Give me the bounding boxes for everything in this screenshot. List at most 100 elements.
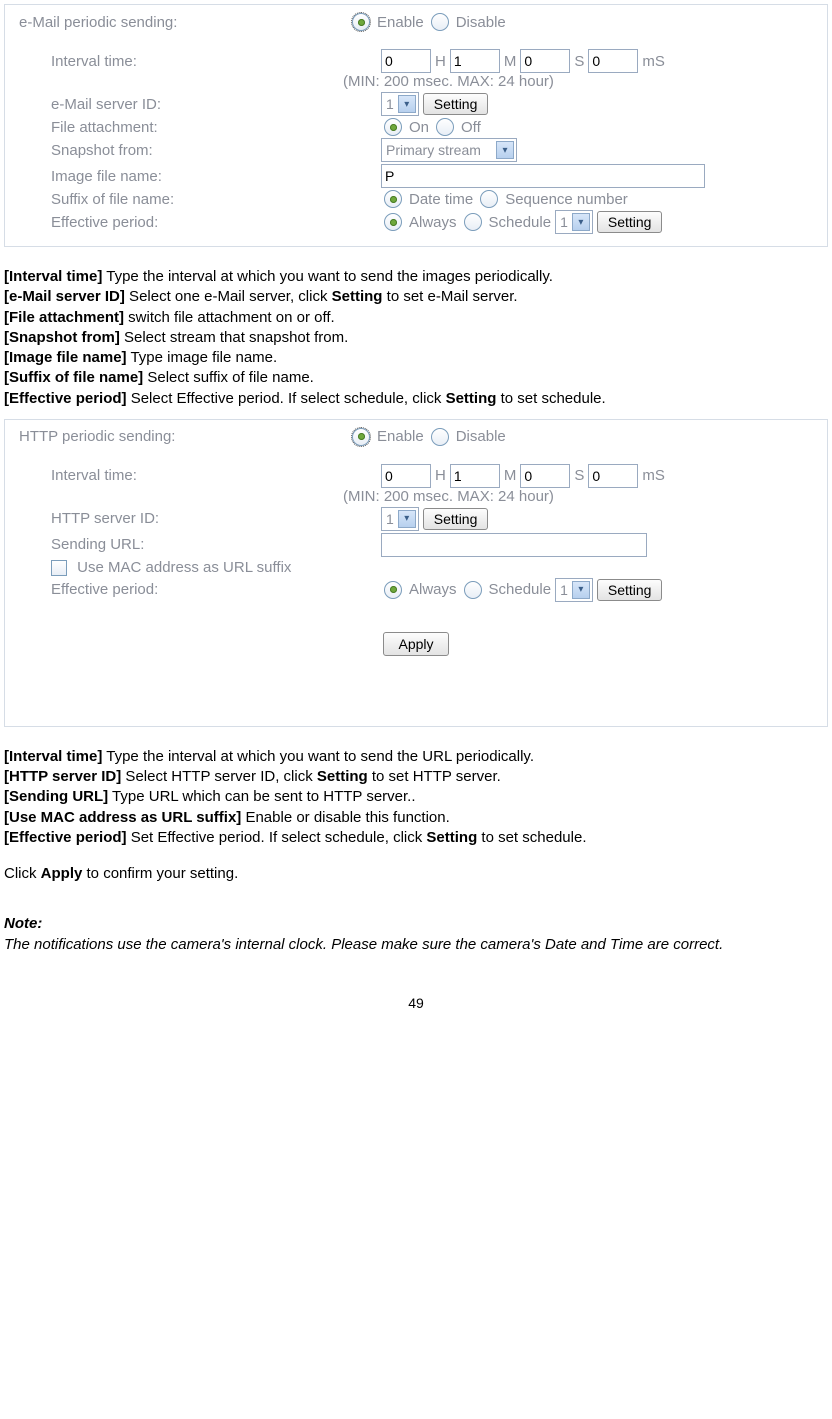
email-ms-input[interactable] bbox=[588, 49, 638, 73]
email-m-input[interactable] bbox=[450, 49, 500, 73]
snapshot-val: Primary stream bbox=[386, 142, 481, 158]
d1-2d: to set e-Mail server. bbox=[382, 288, 517, 305]
attach-on-radio[interactable] bbox=[384, 118, 402, 136]
http-effective-label: Effective period: bbox=[13, 581, 381, 598]
d1-1: Type the interval at which you want to s… bbox=[102, 268, 553, 285]
d1-1b: [Interval time] bbox=[4, 268, 102, 285]
suffix-seq-radio[interactable] bbox=[480, 190, 498, 208]
http-schedule-select[interactable]: 1 ▾ bbox=[555, 578, 593, 602]
http-s-input[interactable] bbox=[520, 464, 570, 488]
m-unit: M bbox=[504, 53, 517, 70]
s-unit: S bbox=[574, 53, 584, 70]
d1-5b: [Image file name] bbox=[4, 349, 127, 366]
d2-2a: Select HTTP server ID, click bbox=[121, 768, 317, 785]
on-label: On bbox=[409, 119, 429, 136]
d2-3: Type URL which can be sent to HTTP serve… bbox=[108, 788, 415, 805]
email-enable-radio[interactable] bbox=[352, 13, 370, 31]
ms-unit2: mS bbox=[642, 467, 665, 484]
d1-4: Select stream that snapshot from. bbox=[120, 329, 348, 346]
d1-5: Type image file name. bbox=[127, 349, 278, 366]
email-schedule-setting-button[interactable]: Setting bbox=[597, 211, 663, 233]
interval-label: Interval time: bbox=[13, 53, 381, 70]
enable-label: Enable bbox=[377, 14, 424, 31]
snapshot-select[interactable]: Primary stream ▾ bbox=[381, 138, 517, 162]
http-always-radio[interactable] bbox=[384, 581, 402, 599]
http-schedule-label: Schedule bbox=[489, 581, 552, 598]
d2-5d: to set schedule. bbox=[477, 829, 586, 846]
mac-checkbox[interactable] bbox=[51, 560, 67, 576]
d1-2b: [e-Mail server ID] bbox=[4, 288, 125, 305]
email-server-label: e-Mail server ID: bbox=[13, 96, 381, 113]
d1-7b: [Effective period] bbox=[4, 390, 127, 407]
h-unit2: H bbox=[435, 467, 446, 484]
email-server-setting-button[interactable]: Setting bbox=[423, 93, 489, 115]
http-ms-input[interactable] bbox=[588, 464, 638, 488]
d2-4: Enable or disable this function. bbox=[241, 809, 449, 826]
email-s-input[interactable] bbox=[520, 49, 570, 73]
email-title: e-Mail periodic sending: bbox=[13, 14, 349, 31]
mac-row: Use MAC address as URL suffix bbox=[13, 559, 291, 576]
note-title: Note: bbox=[4, 915, 42, 932]
imgname-input[interactable] bbox=[381, 164, 705, 188]
effective-schedule-radio[interactable] bbox=[464, 213, 482, 231]
chevron-down-icon: ▾ bbox=[572, 581, 590, 599]
url-input[interactable] bbox=[381, 533, 647, 557]
chevron-down-icon: ▾ bbox=[572, 213, 590, 231]
always-label: Always bbox=[409, 214, 457, 231]
chevron-down-icon: ▾ bbox=[398, 510, 416, 528]
http-server-setting-button[interactable]: Setting bbox=[423, 508, 489, 530]
schedule-label: Schedule bbox=[489, 214, 552, 231]
d1-7d: to set schedule. bbox=[496, 390, 605, 407]
imgname-label: Image file name: bbox=[13, 168, 381, 185]
email-server-select[interactable]: 1 ▾ bbox=[381, 92, 419, 116]
sched-val: 1 bbox=[560, 214, 568, 230]
d2-4b: [Use MAC address as URL suffix] bbox=[4, 809, 241, 826]
email-minmax: (MIN: 200 msec. MAX: 24 hour) bbox=[13, 73, 819, 90]
chevron-down-icon: ▾ bbox=[398, 95, 416, 113]
http-schedule-radio[interactable] bbox=[464, 581, 482, 599]
suffix-label: Suffix of file name: bbox=[13, 191, 381, 208]
disable-label: Disable bbox=[456, 14, 506, 31]
page-number: 49 bbox=[4, 995, 828, 1011]
apply-button[interactable]: Apply bbox=[383, 632, 448, 656]
email-disable-radio[interactable] bbox=[431, 13, 449, 31]
http-schedule-setting-button[interactable]: Setting bbox=[597, 579, 663, 601]
http-server-label: HTTP server ID: bbox=[13, 510, 381, 527]
email-schedule-select[interactable]: 1 ▾ bbox=[555, 210, 593, 234]
d2-1: Type the interval at which you want to s… bbox=[102, 748, 534, 765]
ms-unit: mS bbox=[642, 53, 665, 70]
email-panel: e-Mail periodic sending: Enable Disable … bbox=[4, 4, 828, 247]
m-unit2: M bbox=[504, 467, 517, 484]
attach-label: File attachment: bbox=[13, 119, 381, 136]
http-enable-radio[interactable] bbox=[352, 428, 370, 446]
datetime-label: Date time bbox=[409, 191, 473, 208]
http-enable-label: Enable bbox=[377, 428, 424, 445]
http-disable-radio[interactable] bbox=[431, 428, 449, 446]
d2-3b: [Sending URL] bbox=[4, 788, 108, 805]
chevron-down-icon: ▾ bbox=[496, 141, 514, 159]
effective-label: Effective period: bbox=[13, 214, 381, 231]
h-unit: H bbox=[435, 53, 446, 70]
http-always-label: Always bbox=[409, 581, 457, 598]
http-desc: [Interval time] Type the interval at whi… bbox=[4, 747, 828, 885]
http-sched-val: 1 bbox=[560, 582, 568, 598]
d1-6: Select suffix of file name. bbox=[143, 369, 314, 386]
off-label: Off bbox=[461, 119, 481, 136]
d1-2c: Setting bbox=[332, 288, 383, 305]
attach-off-radio[interactable] bbox=[436, 118, 454, 136]
email-desc: [Interval time] Type the interval at whi… bbox=[4, 267, 828, 409]
http-disable-label: Disable bbox=[456, 428, 506, 445]
email-h-input[interactable] bbox=[381, 49, 431, 73]
url-label: Sending URL: bbox=[13, 536, 381, 553]
http-m-input[interactable] bbox=[450, 464, 500, 488]
http-server-select[interactable]: 1 ▾ bbox=[381, 507, 419, 531]
d1-7a: Select Effective period. If select sched… bbox=[127, 390, 446, 407]
http-title: HTTP periodic sending: bbox=[13, 428, 349, 445]
d2-5c: Setting bbox=[426, 829, 477, 846]
d1-3b: [File attachment] bbox=[4, 309, 124, 326]
note-block: Note: The notifications use the camera's… bbox=[4, 914, 828, 955]
effective-always-radio[interactable] bbox=[384, 213, 402, 231]
http-h-input[interactable] bbox=[381, 464, 431, 488]
suffix-datetime-radio[interactable] bbox=[384, 190, 402, 208]
d1-2a: Select one e-Mail server, click bbox=[125, 288, 332, 305]
